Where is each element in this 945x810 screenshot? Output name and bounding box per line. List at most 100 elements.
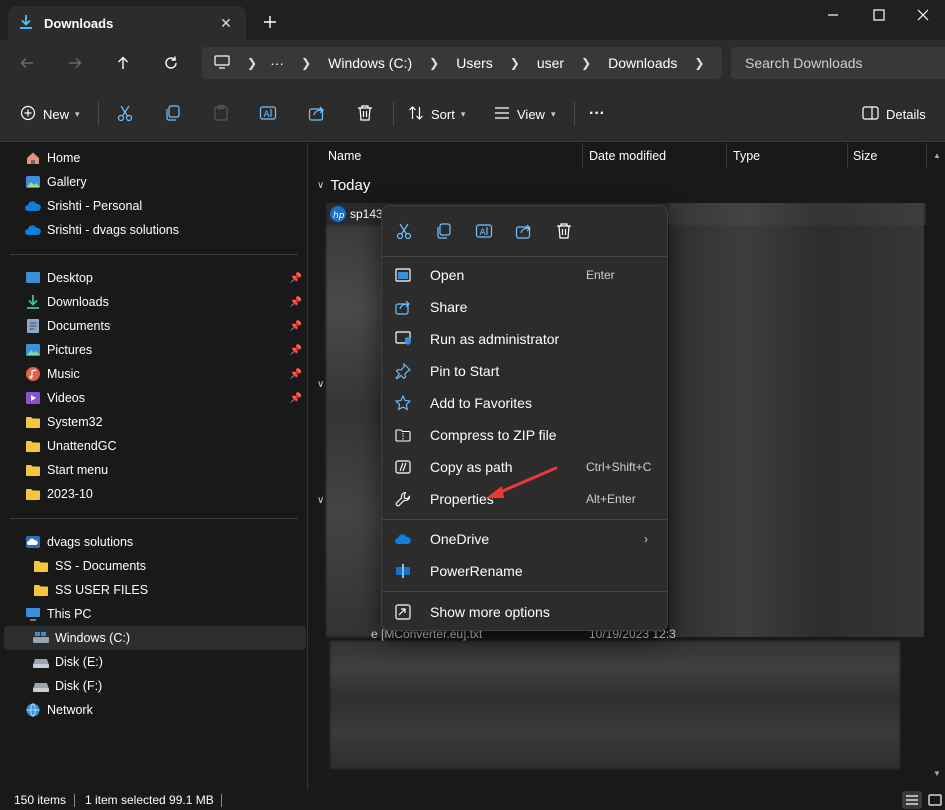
nav-ss-user-files[interactable]: SS USER FILES — [4, 578, 306, 602]
copy-button[interactable] — [164, 100, 182, 128]
nav-pictures[interactable]: Pictures 📌 — [4, 338, 306, 362]
ctx-show-more-options[interactable]: Show more options — [386, 597, 663, 627]
nav-windows-c[interactable]: Windows (C:) — [4, 626, 306, 650]
nav-disk-f-label: Disk (F:) — [55, 679, 103, 693]
nav-onedrive-business[interactable]: Srishti - dvags solutions — [4, 218, 306, 242]
ctx-cut-button[interactable] — [389, 218, 419, 246]
path-icon — [394, 458, 412, 476]
view-button[interactable]: View ▾ — [494, 100, 555, 128]
back-button[interactable] — [13, 49, 41, 77]
nav-unattendgc[interactable]: UnattendGC — [4, 434, 306, 458]
search-input[interactable]: Search Downloads — [731, 47, 945, 79]
column-header-size[interactable]: Size — [853, 143, 877, 168]
tiles-view-button[interactable] — [925, 791, 945, 809]
breadcrumb-user[interactable]: user — [537, 55, 564, 71]
ctx-onedrive[interactable]: OneDrive › — [386, 524, 663, 554]
nav-disk-f[interactable]: Disk (F:) — [4, 674, 306, 698]
ctx-show-more-options-label: Show more options — [430, 604, 550, 620]
share-icon — [515, 222, 533, 243]
up-button[interactable] — [109, 49, 137, 77]
nav-documents[interactable]: Documents 📌 — [4, 314, 306, 338]
paste-button[interactable] — [212, 100, 230, 128]
close-window-button[interactable] — [900, 0, 945, 30]
forward-button[interactable] — [61, 49, 89, 77]
nav-videos[interactable]: Videos 📌 — [4, 386, 306, 410]
details-button[interactable]: Details — [862, 100, 926, 128]
svg-text:A: A — [480, 228, 487, 238]
column-header-date[interactable]: Date modified — [589, 143, 666, 168]
nav-gallery-label: Gallery — [47, 175, 87, 189]
folder-icon — [24, 413, 42, 431]
shield-icon — [394, 330, 412, 348]
nav-dvags-solutions[interactable]: dvags solutions — [4, 530, 306, 554]
nav-pictures-label: Pictures — [47, 343, 93, 357]
delete-button[interactable] — [356, 100, 374, 128]
chevron-right-icon[interactable]: ❯ — [694, 56, 704, 70]
ctx-copy-button[interactable] — [429, 218, 459, 246]
scroll-up-icon[interactable]: ▲ — [933, 151, 941, 160]
chevron-down-icon[interactable]: ∨ — [317, 495, 324, 506]
breadcrumb-users[interactable]: Users — [456, 55, 493, 71]
nav-system32[interactable]: System32 — [4, 410, 306, 434]
scroll-down-icon[interactable]: ▼ — [933, 769, 941, 778]
chevron-down-icon[interactable]: ∨ — [317, 379, 324, 390]
new-tab-button[interactable] — [258, 10, 282, 34]
address-bar[interactable]: ❯ ··· ❯ Windows (C:) ❯ Users ❯ user ❯ Do… — [202, 47, 722, 79]
nav-videos-label: Videos — [47, 391, 85, 405]
divider — [221, 794, 222, 807]
nav-disk-e[interactable]: Disk (E:) — [4, 650, 306, 674]
breadcrumb-downloads[interactable]: Downloads — [608, 55, 677, 71]
ctx-rename-button[interactable]: A — [469, 218, 499, 246]
rename-button[interactable]: A — [259, 100, 277, 128]
more-options-icon — [394, 603, 412, 621]
divider — [847, 143, 848, 168]
ctx-delete-button[interactable] — [549, 218, 579, 246]
folder-icon — [24, 461, 42, 479]
ctx-add-to-favorites[interactable]: Add to Favorites — [386, 388, 663, 418]
tab-downloads[interactable]: Downloads ✕ — [8, 6, 246, 40]
videos-icon — [24, 389, 42, 407]
details-view-button[interactable] — [902, 791, 922, 809]
vertical-scrollbar[interactable]: ▲ ▼ — [930, 145, 942, 780]
ctx-share[interactable]: Share — [386, 292, 663, 322]
nav-2023-10[interactable]: 2023-10 — [4, 482, 306, 506]
ctx-pin-to-start[interactable]: Pin to Start — [386, 356, 663, 386]
nav-ss-documents[interactable]: SS - Documents — [4, 554, 306, 578]
group-header-today[interactable]: ∨ Today — [317, 177, 370, 194]
nav-network[interactable]: Network — [4, 698, 306, 722]
maximize-button[interactable] — [856, 0, 902, 30]
nav-network-label: Network — [47, 703, 93, 717]
breadcrumb-drive[interactable]: Windows (C:) — [328, 55, 412, 71]
new-button[interactable]: New ▾ — [20, 100, 80, 128]
nav-start-menu[interactable]: Start menu — [4, 458, 306, 482]
nav-desktop[interactable]: Desktop 📌 — [4, 266, 306, 290]
chevron-right-icon: ❯ — [509, 56, 520, 70]
column-header-name[interactable]: Name — [328, 143, 361, 168]
ctx-compress-zip[interactable]: Compress to ZIP file — [386, 420, 663, 450]
cut-button[interactable] — [116, 100, 134, 128]
share-button[interactable] — [308, 100, 326, 128]
nav-home[interactable]: Home — [4, 146, 306, 170]
nav-music[interactable]: Music 📌 — [4, 362, 306, 386]
ctx-run-as-admin[interactable]: Run as administrator — [386, 324, 663, 354]
minimize-button[interactable] — [810, 0, 856, 30]
onedrive-icon — [24, 221, 42, 239]
nav-2023-10-label: 2023-10 — [47, 487, 93, 501]
pin-icon — [394, 362, 412, 380]
breadcrumb-ellipsis[interactable]: ··· — [270, 55, 284, 71]
see-more-button[interactable]: ··· — [589, 100, 605, 128]
tab-close-icon[interactable]: ✕ — [216, 15, 236, 32]
nav-onedrive-personal[interactable]: Srishti - Personal — [4, 194, 306, 218]
scissors-icon — [116, 104, 134, 125]
refresh-button[interactable] — [157, 49, 185, 77]
svg-text:hp: hp — [333, 211, 345, 221]
ctx-open[interactable]: Open Enter — [386, 260, 663, 290]
ctx-powerrename[interactable]: PowerRename — [386, 556, 663, 586]
nav-downloads[interactable]: Downloads 📌 — [4, 290, 306, 314]
nav-gallery[interactable]: Gallery — [4, 170, 306, 194]
ctx-share-button[interactable] — [509, 218, 539, 246]
sort-button[interactable]: Sort ▾ — [408, 100, 465, 128]
share-icon — [308, 104, 326, 125]
nav-this-pc[interactable]: This PC — [4, 602, 306, 626]
column-header-type[interactable]: Type — [733, 143, 760, 168]
